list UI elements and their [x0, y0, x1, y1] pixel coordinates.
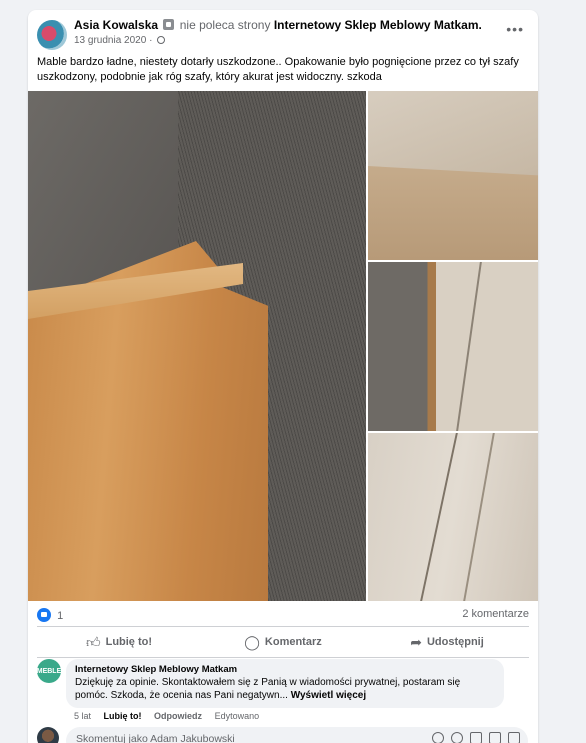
photo-bottom-right[interactable] — [368, 433, 538, 601]
page-name-link[interactable]: Internetowy Sklep Meblowy Matkam. — [274, 18, 482, 32]
author-name[interactable]: Asia Kowalska — [74, 18, 158, 32]
current-user-avatar — [37, 727, 59, 743]
badge-icon — [163, 19, 175, 30]
comment-input-placeholder: Skomentuj jako Adam Jakubowski — [76, 733, 235, 743]
reactions-bar: 1 2 komentarze — [37, 608, 529, 624]
author-line: Asia Kowalska nie poleca strony Internet… — [74, 18, 482, 32]
photo-crack-2 — [463, 433, 495, 601]
meta-separator: · — [149, 35, 153, 46]
post-date[interactable]: 13 grudnia 2020 — [74, 35, 146, 46]
author-avatar[interactable] — [37, 20, 67, 50]
more-options-icon[interactable]: ••• — [506, 22, 524, 36]
reaction-count[interactable]: 1 — [57, 610, 63, 622]
photo-top-right[interactable] — [368, 91, 538, 260]
photo-main[interactable] — [28, 91, 366, 601]
photo-crack — [456, 262, 482, 431]
action-bar: 👍︎ Lubię to! ◯ Komentarz ➦ Udostępnij — [37, 627, 529, 657]
comment-body: Dziękuję za opinie. Skontaktowałem się z… — [75, 676, 495, 702]
comment-age[interactable]: 5 lat — [74, 711, 91, 721]
post-card: Asia Kowalska nie poleca strony Internet… — [28, 10, 538, 743]
comment-button[interactable]: ◯ Komentarz — [201, 627, 365, 657]
thumbs-up-icon: 👍︎ — [85, 633, 101, 650]
emoji-icon[interactable] — [451, 732, 463, 743]
comment-text: Dziękuję za opinie. Skontaktowałem się z… — [75, 677, 461, 701]
see-more-link[interactable]: Wyświetl więcej — [291, 690, 366, 701]
photo-grid — [28, 91, 538, 601]
avatar-sticker-icon[interactable] — [432, 732, 444, 743]
like-button[interactable]: 👍︎ Lubię to! — [37, 627, 201, 657]
sticker-icon[interactable] — [508, 732, 520, 743]
speech-bubble-icon: ◯ — [244, 633, 260, 650]
post-header: Asia Kowalska nie poleca strony Internet… — [28, 10, 538, 54]
comments-count[interactable]: 2 komentarze — [462, 608, 529, 620]
share-button-label: Udostępnij — [426, 636, 484, 648]
comment-button-label: Komentarz — [264, 636, 322, 648]
page-avatar[interactable]: MEBLE — [37, 659, 61, 683]
comment-like-link[interactable]: Lubię to! — [104, 711, 142, 721]
comment-input[interactable]: Skomentuj jako Adam Jakubowski — [66, 727, 528, 743]
gif-icon[interactable] — [489, 732, 501, 743]
camera-icon[interactable] — [470, 732, 482, 743]
like-button-label: Lubię to! — [105, 636, 153, 648]
share-arrow-icon: ➦ — [410, 633, 422, 650]
globe-icon — [157, 36, 166, 44]
comment-author[interactable]: Internetowy Sklep Meblowy Matkam — [75, 664, 495, 675]
composer-icons — [432, 732, 520, 743]
photo-packaging — [368, 166, 538, 260]
like-reaction-icon[interactable] — [37, 608, 51, 622]
comment-bubble: Internetowy Sklep Meblowy Matkam Dziękuj… — [66, 659, 504, 708]
comment-reply-link[interactable]: Odpowiedz — [154, 711, 202, 721]
post-text: Mable bardzo ładne, niestety dotarły usz… — [37, 56, 519, 83]
photo-middle-right[interactable] — [368, 262, 538, 431]
comment-meta: 5 lat Lubię to! Odpowiedz Edytowano — [74, 711, 269, 721]
photo-crack-1 — [420, 433, 458, 601]
comment-edited-label: Edytowano — [214, 711, 260, 721]
divider-bottom — [37, 657, 529, 658]
recommendation-verb: nie poleca strony — [179, 18, 271, 32]
share-button[interactable]: ➦ Udostępnij — [365, 627, 529, 657]
post-meta: 13 grudnia 2020 · — [74, 35, 166, 46]
